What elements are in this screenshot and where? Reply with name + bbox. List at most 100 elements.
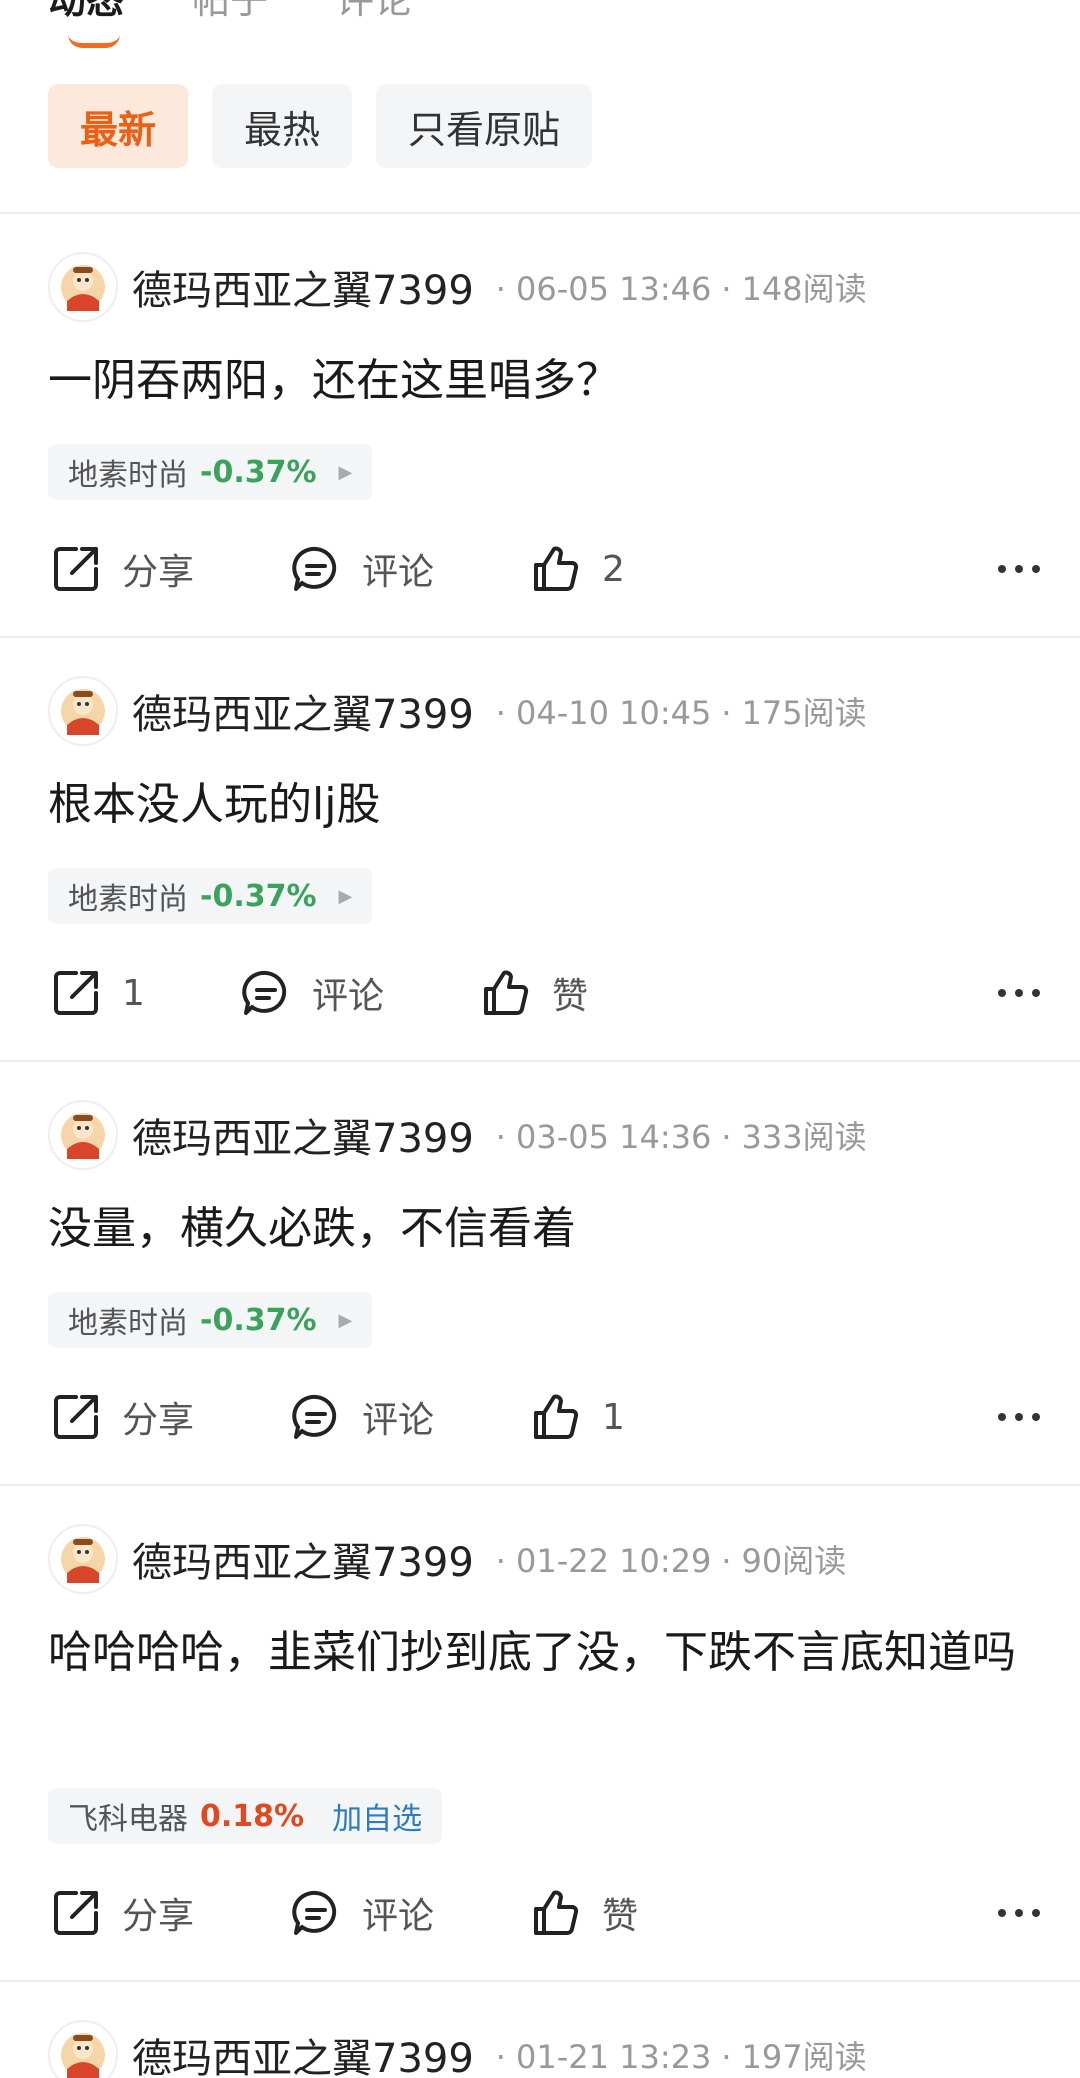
comment-button[interactable]: 评论 xyxy=(238,965,478,1021)
comment-label: 评论 xyxy=(312,976,385,1017)
tab-posts[interactable]: 帖子 xyxy=(192,0,268,24)
post-actions: 分享 评论 赞 xyxy=(48,1878,1040,1948)
stock-tag[interactable]: 地素时尚 -0.37% ▶ xyxy=(48,868,373,924)
post-actions: 分享 评论 2 xyxy=(48,534,1040,604)
username[interactable]: 德玛西亚之翼7399 xyxy=(132,1106,474,1164)
active-tab-indicator xyxy=(68,34,120,48)
share-icon xyxy=(54,547,98,591)
username[interactable]: 德玛西亚之翼7399 xyxy=(132,682,474,740)
like-button[interactable]: 赞 xyxy=(528,1885,638,1941)
username[interactable]: 德玛西亚之翼7399 xyxy=(132,2026,474,2078)
stock-change: -0.37% xyxy=(200,1302,317,1338)
like-button[interactable]: 赞 xyxy=(478,965,588,1021)
avatar[interactable] xyxy=(48,1100,118,1170)
filter-hot-button[interactable]: 最热 xyxy=(212,84,353,168)
comment-button[interactable]: 评论 xyxy=(288,1389,528,1445)
more-icon[interactable] xyxy=(998,1382,1040,1452)
tab-comments[interactable]: 评论 xyxy=(336,0,412,24)
post-reads: 333阅读 xyxy=(741,1118,867,1156)
post-card[interactable]: 德玛西亚之翼7399 · 03-05 14:36 · 333阅读 没量，横久必跌，不信… xyxy=(0,1062,1080,1486)
post-reads: 175阅读 xyxy=(741,694,867,732)
stock-tag[interactable]: 飞科电器 0.18% 加自选 xyxy=(48,1788,443,1844)
stock-name: 飞科电器 xyxy=(68,1802,188,1837)
share-label: 分享 xyxy=(122,1400,195,1441)
username[interactable]: 德玛西亚之翼7399 xyxy=(132,1530,474,1588)
add-to-watchlist-button[interactable]: 加自选 xyxy=(332,1794,422,1838)
tab-dynamics[interactable]: 动态 xyxy=(48,0,124,24)
share-label: 分享 xyxy=(122,552,195,593)
post-time: 01-21 13:23 xyxy=(515,2038,712,2076)
post-feed: 德玛西亚之翼7399 · 06-05 13:46 · 148阅读 一阴吞两阳，还在这里… xyxy=(0,214,1080,2078)
like-count: 1 xyxy=(602,1396,625,1438)
stock-name: 地素时尚 xyxy=(68,458,188,493)
play-arrow-icon: ▶ xyxy=(338,1309,353,1331)
avatar[interactable] xyxy=(48,1524,118,1594)
avatar[interactable] xyxy=(48,676,118,746)
comment-label: 评论 xyxy=(362,1400,435,1441)
post-header: 德玛西亚之翼7399 · 01-22 10:29 · 90阅读 xyxy=(48,1524,846,1594)
thumbs-up-icon xyxy=(534,546,579,591)
like-button[interactable]: 2 xyxy=(528,541,625,597)
avatar-image xyxy=(61,2033,105,2078)
avatar-image xyxy=(61,1113,105,1159)
post-time: 06-05 13:46 xyxy=(515,270,712,308)
post-actions: 1 评论 赞 xyxy=(48,958,1040,1028)
more-icon[interactable] xyxy=(998,958,1040,1028)
more-icon[interactable] xyxy=(998,534,1040,604)
post-card[interactable]: 德玛西亚之翼7399 · 01-21 13:23 · 197阅读 xyxy=(0,1982,1080,2078)
username[interactable]: 德玛西亚之翼7399 xyxy=(132,258,474,316)
filter-original-only-button[interactable]: 只看原贴 xyxy=(376,84,593,168)
share-icon xyxy=(54,971,98,1015)
like-button[interactable]: 1 xyxy=(528,1389,625,1445)
thumbs-up-icon xyxy=(534,1394,579,1439)
avatar[interactable] xyxy=(48,252,118,322)
share-icon xyxy=(54,1395,98,1439)
comment-button[interactable]: 评论 xyxy=(288,1885,528,1941)
stock-tag[interactable]: 地素时尚 -0.37% ▶ xyxy=(48,444,373,500)
comment-label: 评论 xyxy=(362,1896,435,1937)
post-meta: · 06-05 13:46 · 148阅读 xyxy=(495,270,867,308)
post-time: 04-10 10:45 xyxy=(515,694,712,732)
post-text[interactable]: 根本没人玩的lj股 xyxy=(48,768,1032,842)
post-meta: · 01-22 10:29 · 90阅读 xyxy=(495,1542,847,1580)
post-meta: · 04-10 10:45 · 175阅读 xyxy=(495,694,867,732)
post-text[interactable]: 一阴吞两阳，还在这里唱多？ xyxy=(48,344,1032,418)
stock-change: -0.37% xyxy=(200,454,317,490)
thumbs-up-icon xyxy=(484,970,529,1015)
like-count: 2 xyxy=(602,548,625,590)
comment-icon xyxy=(242,970,287,1015)
comment-label: 评论 xyxy=(362,552,435,593)
post-time: 03-05 14:36 xyxy=(515,1118,712,1156)
share-button[interactable]: 分享 xyxy=(48,1389,288,1445)
post-meta: · 01-21 13:23 · 197阅读 xyxy=(495,2038,867,2076)
play-arrow-icon: ▶ xyxy=(338,885,353,907)
stock-tag[interactable]: 地素时尚 -0.37% ▶ xyxy=(48,1292,373,1348)
share-button[interactable]: 分享 xyxy=(48,541,288,597)
comment-icon xyxy=(292,546,337,591)
post-meta: · 03-05 14:36 · 333阅读 xyxy=(495,1118,867,1156)
share-label: 分享 xyxy=(122,1896,195,1937)
post-card[interactable]: 德玛西亚之翼7399 · 01-22 10:29 · 90阅读 哈哈哈哈，韭菜们抄到底… xyxy=(0,1486,1080,1982)
share-button[interactable]: 1 xyxy=(48,965,238,1021)
avatar[interactable] xyxy=(48,2020,118,2078)
share-button[interactable]: 分享 xyxy=(48,1885,288,1941)
comment-icon xyxy=(292,1890,337,1935)
filter-bar: 最新 最热 只看原贴 xyxy=(48,84,593,168)
thumbs-up-icon xyxy=(534,1890,579,1935)
post-header: 德玛西亚之翼7399 · 06-05 13:46 · 148阅读 xyxy=(48,252,867,322)
post-actions: 分享 评论 1 xyxy=(48,1382,1040,1452)
post-text[interactable]: 没量，横久必跌，不信看着 xyxy=(48,1192,1032,1266)
comment-button[interactable]: 评论 xyxy=(288,541,528,597)
stock-name: 地素时尚 xyxy=(68,1306,188,1341)
avatar-image xyxy=(61,1537,105,1583)
more-icon[interactable] xyxy=(998,1878,1040,1948)
post-card[interactable]: 德玛西亚之翼7399 · 04-10 10:45 · 175阅读 根本没人玩的lj股 … xyxy=(0,638,1080,1062)
filter-latest-button[interactable]: 最新 xyxy=(48,84,189,168)
post-card[interactable]: 德玛西亚之翼7399 · 06-05 13:46 · 148阅读 一阴吞两阳，还在这里… xyxy=(0,214,1080,638)
post-text[interactable]: 哈哈哈哈，韭菜们抄到底了没，下跌不言底知道吗 xyxy=(48,1616,1032,1690)
stock-change: 0.18% xyxy=(200,1798,305,1834)
avatar-image xyxy=(61,689,105,735)
post-reads: 197阅读 xyxy=(741,2038,867,2076)
play-arrow-icon: ▶ xyxy=(338,461,353,483)
stock-name: 地素时尚 xyxy=(68,882,188,917)
